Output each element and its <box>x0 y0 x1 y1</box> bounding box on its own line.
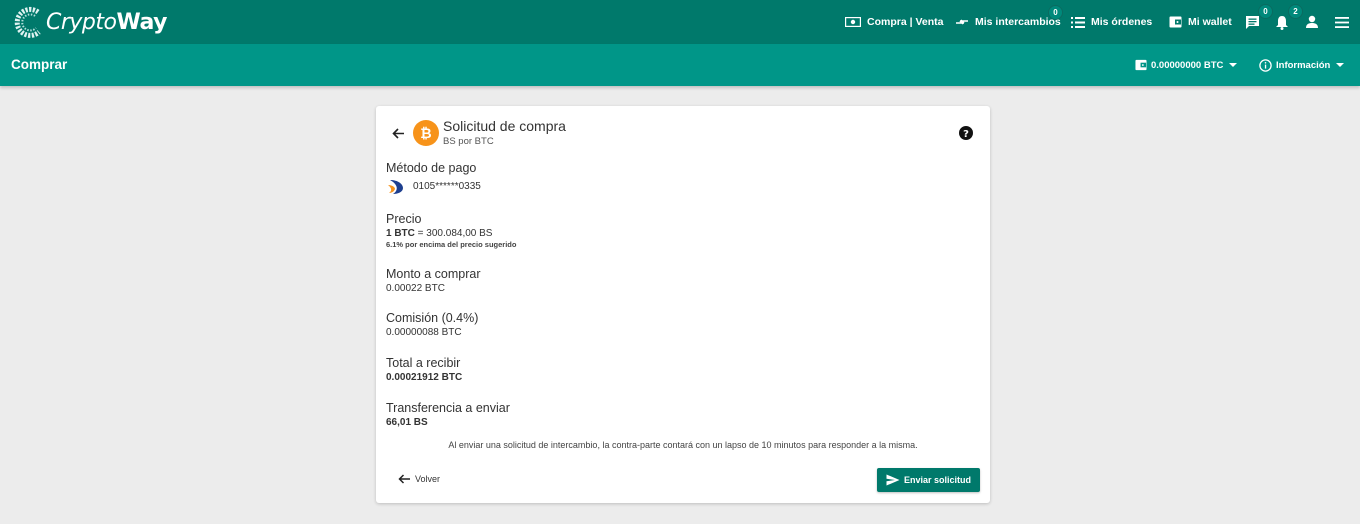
chevron-down-icon <box>1229 63 1238 67</box>
info-label: Información <box>1276 59 1331 71</box>
swap-arrows-icon <box>956 19 968 25</box>
buy-request-card: ₿ Solicitud de compra BS por BTC ? Métod… <box>376 106 990 503</box>
notifications-badge: 2 <box>1288 4 1303 19</box>
total-label: Total a recibir <box>386 356 461 370</box>
messages-badge: 0 <box>1258 4 1273 19</box>
balance-label: 0.00000000 BTC <box>1151 59 1224 71</box>
price-label: Precio <box>386 212 422 226</box>
back-button-label: Volver <box>415 474 441 484</box>
svg-text:₿: ₿ <box>420 126 431 142</box>
brand-logo[interactable]: CryptoWay <box>14 4 167 40</box>
nav-wallet[interactable]: Mi wallet <box>1169 0 1232 44</box>
amount-value: 0.00022 BTC <box>386 283 445 294</box>
chevron-down-icon <box>1336 63 1345 67</box>
info-icon <box>1259 58 1272 72</box>
price-note: 6.1% por encima del precio sugerido <box>386 240 517 249</box>
back-button[interactable]: Volver <box>398 474 440 484</box>
back-arrow-button[interactable] <box>392 126 405 144</box>
arrow-left-icon <box>392 128 404 139</box>
nav-orders[interactable]: Mis órdenes <box>1071 0 1152 44</box>
arrow-left-icon <box>398 474 410 484</box>
chat-icon <box>1246 15 1259 29</box>
nav-profile[interactable] <box>1305 0 1325 44</box>
help-circle-icon: ? <box>959 126 973 140</box>
wallet-icon <box>1169 16 1182 28</box>
transfer-value: 66,01 BS <box>386 417 428 428</box>
fee-label: Comisión (0.4%) <box>386 311 479 325</box>
card-title: Solicitud de compra <box>443 118 566 134</box>
cash-icon <box>845 17 861 27</box>
nav-wallet-label: Mi wallet <box>1188 16 1232 28</box>
balance-dropdown[interactable]: 0.00000000 BTC <box>1135 44 1238 86</box>
page-title: Comprar <box>11 57 68 72</box>
nav-buy-sell-label: Compra | Venta <box>867 16 944 28</box>
nav-buy-sell[interactable]: Compra | Venta <box>845 0 943 44</box>
brand-name: CryptoWay <box>46 9 167 35</box>
bank-logo <box>387 179 405 200</box>
price-value: 1 BTC = 300.084,00 BS <box>386 228 493 239</box>
wallet-icon <box>1135 59 1147 71</box>
hamburger-icon <box>1335 16 1349 28</box>
payment-method-label: Método de pago <box>386 161 477 175</box>
cryptoway-logo-icon <box>14 6 41 38</box>
send-icon <box>886 474 900 486</box>
sub-bar: Comprar 0.00000000 BTC Información <box>0 44 1360 86</box>
nav-exchanges-label: Mis intercambios <box>975 16 1061 28</box>
help-button[interactable]: ? <box>959 126 973 145</box>
info-dropdown[interactable]: Información <box>1259 44 1345 86</box>
payment-account: 0105******0335 <box>413 181 481 192</box>
nav-menu[interactable] <box>1335 0 1355 44</box>
transfer-label: Transferencia a enviar <box>386 401 510 415</box>
svg-text:?: ? <box>963 129 969 140</box>
person-icon <box>1306 15 1318 28</box>
bitcoin-icon: ₿ <box>413 120 439 151</box>
list-icon <box>1071 16 1085 28</box>
card-subtitle: BS por BTC <box>443 136 494 147</box>
send-request-label: Enviar solicitud <box>903 475 972 485</box>
total-value: 0.00021912 BTC <box>386 372 463 383</box>
top-bar: CryptoWay Compra | Venta Mis intercambio… <box>0 0 1360 44</box>
amount-label: Monto a comprar <box>386 267 481 281</box>
nav-exchanges[interactable]: Mis intercambios <box>955 0 1061 44</box>
timeout-notice: Al enviar una solicitud de intercambio, … <box>448 440 918 450</box>
send-request-button[interactable]: Enviar solicitud <box>877 468 980 492</box>
bell-icon <box>1276 15 1288 30</box>
nav-orders-label: Mis órdenes <box>1091 16 1153 28</box>
fee-value: 0.00000088 BTC <box>386 327 462 338</box>
exchanges-badge: 0 <box>1048 5 1063 20</box>
